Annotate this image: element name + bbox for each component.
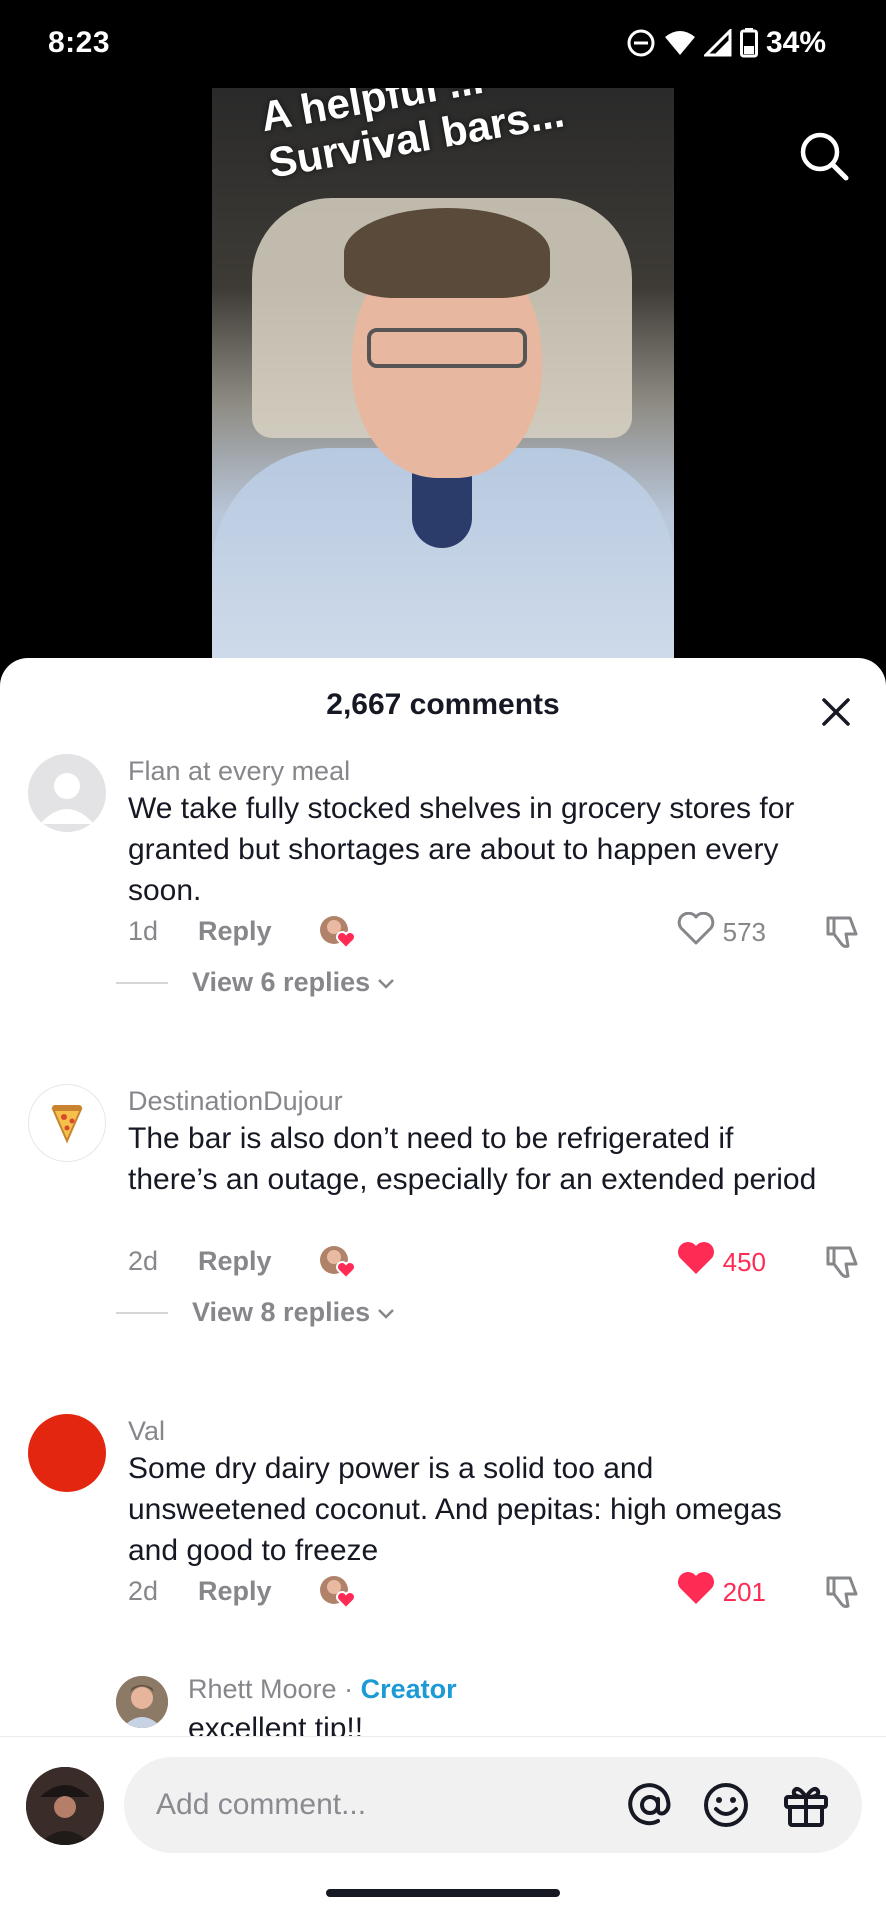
comment-username[interactable]: Val	[128, 1416, 165, 1447]
status-icons: 34%	[626, 26, 826, 60]
comment-item: Flan at every meal We take fully stocked…	[0, 754, 886, 997]
avatar[interactable]	[28, 1084, 106, 1162]
creator-liked-icon	[318, 912, 358, 952]
chevron-down-icon	[376, 1297, 396, 1328]
comment-item: DestinationDujour The bar is also don’t …	[0, 1084, 886, 1327]
reply-button[interactable]: Reply	[198, 1576, 272, 1607]
comment-meta: 2d Reply 450	[128, 1242, 862, 1282]
emoji-icon[interactable]	[700, 1779, 752, 1831]
search-icon[interactable]	[796, 128, 852, 184]
heart-filled-icon	[677, 1242, 715, 1283]
avatar[interactable]	[28, 1414, 106, 1492]
mention-icon[interactable]	[624, 1779, 676, 1831]
status-bar: 8:23 34%	[0, 0, 886, 88]
comment-input-wrapper	[124, 1757, 862, 1853]
reply-username[interactable]: Rhett Moore · Creator	[188, 1674, 457, 1705]
view-replies-label: View 8 replies	[192, 1297, 371, 1327]
comments-header: 2,667 comments	[0, 658, 886, 754]
heart-filled-icon	[677, 1572, 715, 1613]
wifi-icon	[664, 29, 696, 57]
comment-input[interactable]	[154, 1779, 578, 1831]
like-button[interactable]: 450	[677, 1242, 766, 1283]
comment-meta: 2d Reply 201	[128, 1572, 862, 1612]
battery-percent: 34%	[765, 26, 826, 59]
video-player[interactable]: A helpful ... Survival bars...	[0, 88, 886, 658]
video-glasses	[367, 328, 527, 368]
close-icon[interactable]	[816, 692, 856, 732]
comment-username[interactable]: DestinationDujour	[128, 1086, 343, 1117]
signal-icon	[703, 29, 732, 57]
view-replies-button[interactable]: View 8 replies	[116, 1297, 396, 1328]
view-replies-button[interactable]: View 6 replies	[116, 967, 396, 998]
comment-meta: 1d Reply 573	[128, 911, 862, 953]
creator-liked-icon	[318, 1242, 358, 1282]
comment-text: We take fully stocked shelves in grocery…	[128, 792, 795, 907]
comment-text: Some dry dairy power is a solid too and …	[128, 1452, 782, 1567]
comment-count-title: 2,667 comments	[326, 688, 560, 721]
divider	[116, 1311, 168, 1314]
comment-username[interactable]: Flan at every meal	[128, 756, 350, 787]
reply-button[interactable]: Reply	[198, 1246, 272, 1277]
video-person-hair	[344, 208, 550, 298]
creator-liked-icon	[318, 1572, 358, 1612]
like-count: 201	[722, 1577, 766, 1607]
like-count: 573	[722, 917, 766, 947]
video-caption: A helpful ... Survival bars...	[257, 88, 568, 187]
dislike-icon[interactable]	[822, 912, 862, 952]
creator-tag: Creator	[360, 1674, 457, 1704]
divider	[116, 981, 168, 984]
reply-button[interactable]: Reply	[198, 916, 272, 947]
like-button[interactable]: 201	[677, 1572, 766, 1613]
heart-outline-icon	[677, 911, 715, 953]
avatar[interactable]	[116, 1676, 168, 1728]
comments-sheet: 2,667 comments Flan at every meal We tak…	[0, 658, 886, 1920]
comment-time: 1d	[128, 916, 159, 946]
status-time: 8:23	[48, 26, 111, 59]
gift-icon[interactable]	[780, 1779, 832, 1831]
view-replies-label: View 6 replies	[192, 967, 371, 997]
home-indicator[interactable]	[326, 1889, 560, 1897]
comment-time: 2d	[128, 1576, 159, 1606]
do-not-disturb-icon	[626, 28, 656, 58]
dislike-icon[interactable]	[822, 1242, 862, 1282]
battery-icon	[739, 28, 758, 58]
avatar[interactable]	[28, 754, 106, 832]
my-avatar[interactable]	[26, 1767, 104, 1845]
reply-username-name: Rhett Moore	[188, 1674, 337, 1704]
comment-text: The bar is also don’t need to be refrige…	[128, 1122, 817, 1196]
comment-item: Val Some dry dairy power is a solid too …	[0, 1414, 886, 1614]
video-collar	[412, 468, 472, 548]
dislike-icon[interactable]	[822, 1572, 862, 1612]
like-button[interactable]: 573	[677, 911, 766, 953]
reply-separator: ·	[336, 1674, 361, 1704]
video-frame: A helpful ... Survival bars...	[212, 88, 674, 658]
chevron-down-icon	[376, 967, 396, 998]
comment-composer	[0, 1736, 886, 1921]
comment-time: 2d	[128, 1246, 159, 1276]
like-count: 450	[722, 1247, 766, 1277]
